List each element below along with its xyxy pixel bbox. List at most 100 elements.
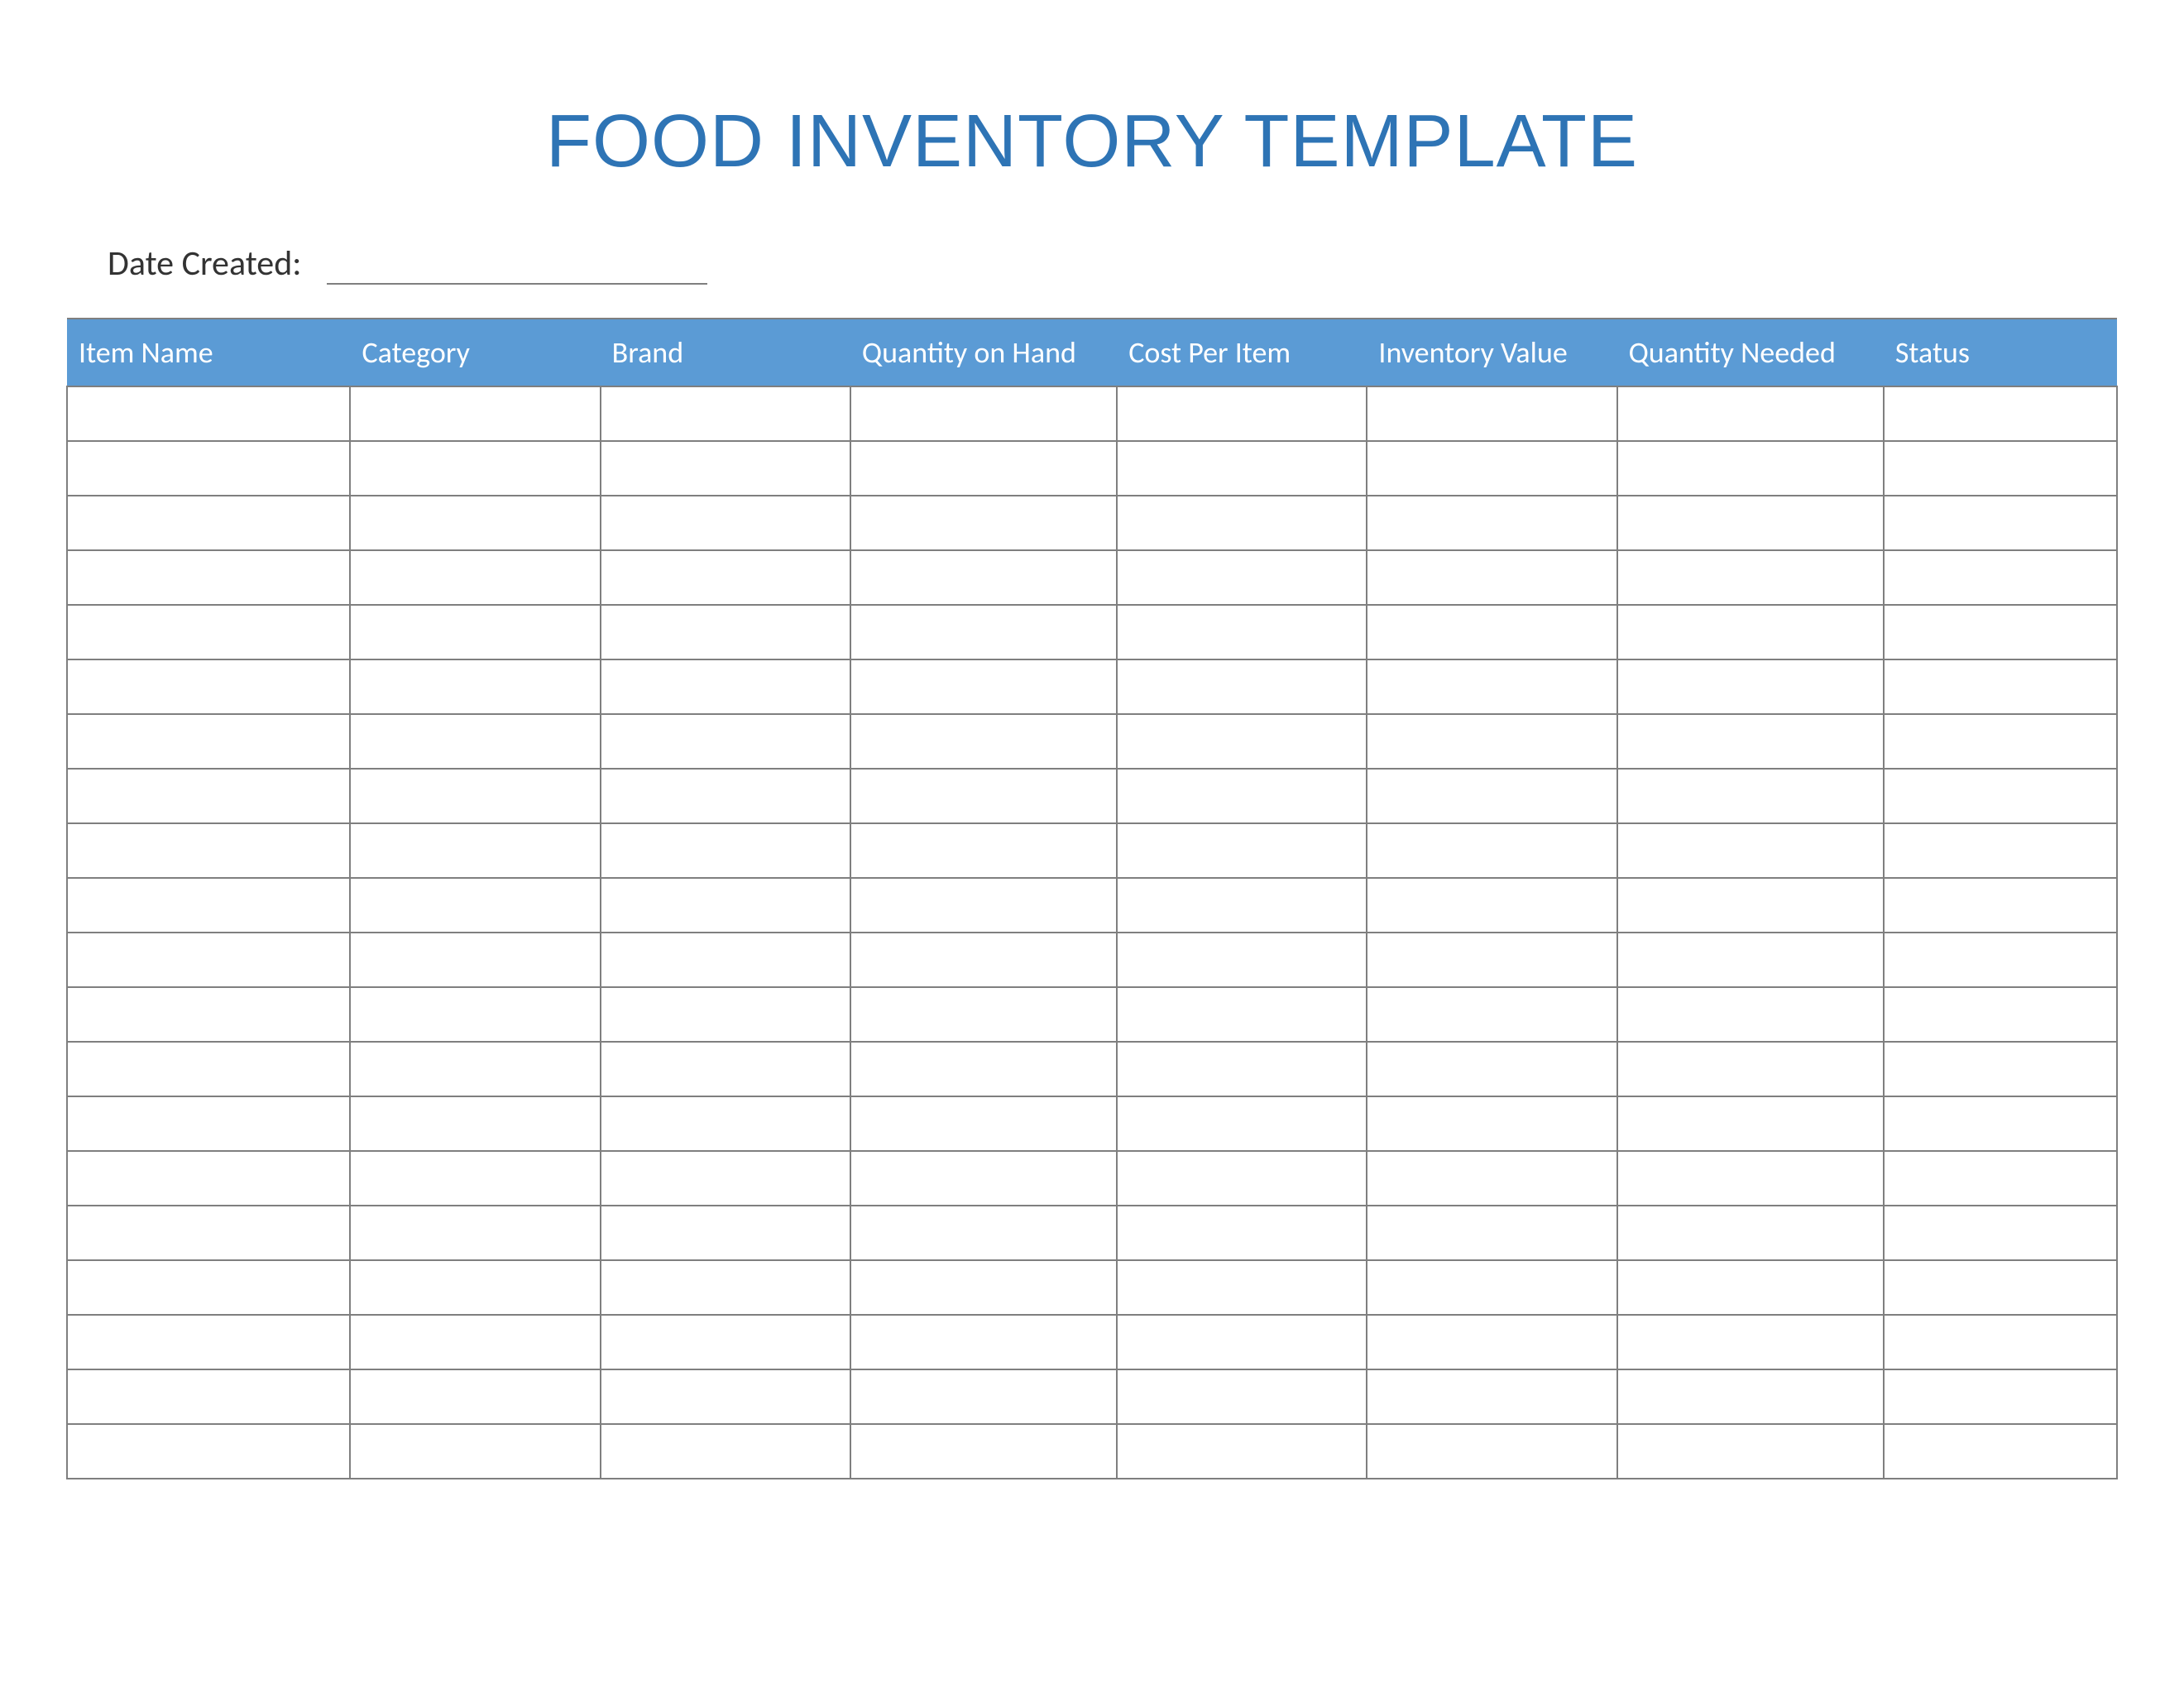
table-cell[interactable]	[1617, 1369, 1884, 1424]
table-cell[interactable]	[350, 1260, 600, 1315]
table-cell[interactable]	[350, 933, 600, 987]
table-cell[interactable]	[1884, 550, 2117, 605]
table-cell[interactable]	[1884, 714, 2117, 769]
table-cell[interactable]	[67, 987, 350, 1042]
table-cell[interactable]	[1617, 550, 1884, 605]
table-cell[interactable]	[1884, 823, 2117, 878]
table-cell[interactable]	[1117, 605, 1367, 659]
table-cell[interactable]	[1367, 1260, 1616, 1315]
table-cell[interactable]	[1367, 1042, 1616, 1096]
table-cell[interactable]	[1884, 933, 2117, 987]
table-cell[interactable]	[67, 1369, 350, 1424]
table-cell[interactable]	[1367, 823, 1616, 878]
table-cell[interactable]	[350, 987, 600, 1042]
table-cell[interactable]	[850, 659, 1117, 714]
table-cell[interactable]	[1617, 1096, 1884, 1151]
table-cell[interactable]	[67, 441, 350, 496]
table-cell[interactable]	[1367, 878, 1616, 933]
table-cell[interactable]	[1884, 441, 2117, 496]
table-cell[interactable]	[1617, 1315, 1884, 1369]
table-cell[interactable]	[67, 386, 350, 441]
table-cell[interactable]	[1617, 769, 1884, 823]
table-cell[interactable]	[1117, 1206, 1367, 1260]
table-cell[interactable]	[850, 987, 1117, 1042]
table-cell[interactable]	[850, 1369, 1117, 1424]
table-cell[interactable]	[1617, 823, 1884, 878]
table-cell[interactable]	[350, 659, 600, 714]
table-cell[interactable]	[601, 1206, 850, 1260]
table-cell[interactable]	[67, 1315, 350, 1369]
table-cell[interactable]	[850, 605, 1117, 659]
table-cell[interactable]	[67, 1424, 350, 1479]
table-cell[interactable]	[601, 1096, 850, 1151]
table-cell[interactable]	[1617, 1424, 1884, 1479]
table-cell[interactable]	[1117, 1096, 1367, 1151]
table-cell[interactable]	[350, 441, 600, 496]
table-cell[interactable]	[1617, 1206, 1884, 1260]
table-cell[interactable]	[1117, 1151, 1367, 1206]
table-cell[interactable]	[1117, 1315, 1367, 1369]
date-created-field[interactable]	[327, 245, 707, 285]
table-cell[interactable]	[601, 1151, 850, 1206]
table-cell[interactable]	[601, 769, 850, 823]
table-cell[interactable]	[601, 1260, 850, 1315]
table-cell[interactable]	[350, 496, 600, 550]
table-cell[interactable]	[601, 659, 850, 714]
table-cell[interactable]	[1617, 714, 1884, 769]
table-cell[interactable]	[601, 441, 850, 496]
table-cell[interactable]	[350, 1315, 600, 1369]
table-cell[interactable]	[67, 714, 350, 769]
table-cell[interactable]	[1117, 386, 1367, 441]
table-cell[interactable]	[1367, 1096, 1616, 1151]
table-cell[interactable]	[350, 823, 600, 878]
table-cell[interactable]	[350, 1096, 600, 1151]
table-cell[interactable]	[1617, 605, 1884, 659]
table-cell[interactable]	[1117, 878, 1367, 933]
table-cell[interactable]	[67, 878, 350, 933]
table-cell[interactable]	[67, 769, 350, 823]
table-cell[interactable]	[67, 1096, 350, 1151]
table-cell[interactable]	[1617, 1151, 1884, 1206]
table-cell[interactable]	[850, 1042, 1117, 1096]
table-cell[interactable]	[67, 605, 350, 659]
table-cell[interactable]	[350, 1369, 600, 1424]
table-cell[interactable]	[1884, 1315, 2117, 1369]
table-cell[interactable]	[1117, 987, 1367, 1042]
table-cell[interactable]	[1884, 987, 2117, 1042]
table-cell[interactable]	[67, 933, 350, 987]
table-cell[interactable]	[1884, 1369, 2117, 1424]
table-cell[interactable]	[1367, 1315, 1616, 1369]
table-cell[interactable]	[850, 1315, 1117, 1369]
table-cell[interactable]	[1617, 987, 1884, 1042]
table-cell[interactable]	[350, 550, 600, 605]
table-cell[interactable]	[1617, 496, 1884, 550]
table-cell[interactable]	[1367, 714, 1616, 769]
table-cell[interactable]	[1884, 1042, 2117, 1096]
table-cell[interactable]	[850, 823, 1117, 878]
table-cell[interactable]	[1367, 1151, 1616, 1206]
table-cell[interactable]	[350, 769, 600, 823]
table-cell[interactable]	[601, 386, 850, 441]
table-cell[interactable]	[67, 659, 350, 714]
table-cell[interactable]	[850, 878, 1117, 933]
table-cell[interactable]	[850, 1096, 1117, 1151]
table-cell[interactable]	[601, 823, 850, 878]
table-cell[interactable]	[1117, 1260, 1367, 1315]
table-cell[interactable]	[1367, 605, 1616, 659]
table-cell[interactable]	[1617, 441, 1884, 496]
table-cell[interactable]	[1884, 1096, 2117, 1151]
table-cell[interactable]	[1367, 1424, 1616, 1479]
table-cell[interactable]	[850, 769, 1117, 823]
table-cell[interactable]	[350, 878, 600, 933]
table-cell[interactable]	[1884, 496, 2117, 550]
table-cell[interactable]	[1884, 605, 2117, 659]
table-cell[interactable]	[601, 496, 850, 550]
table-cell[interactable]	[1884, 769, 2117, 823]
table-cell[interactable]	[601, 714, 850, 769]
table-cell[interactable]	[1367, 496, 1616, 550]
table-cell[interactable]	[601, 878, 850, 933]
table-cell[interactable]	[67, 550, 350, 605]
table-cell[interactable]	[850, 550, 1117, 605]
table-cell[interactable]	[1884, 386, 2117, 441]
table-cell[interactable]	[850, 1151, 1117, 1206]
